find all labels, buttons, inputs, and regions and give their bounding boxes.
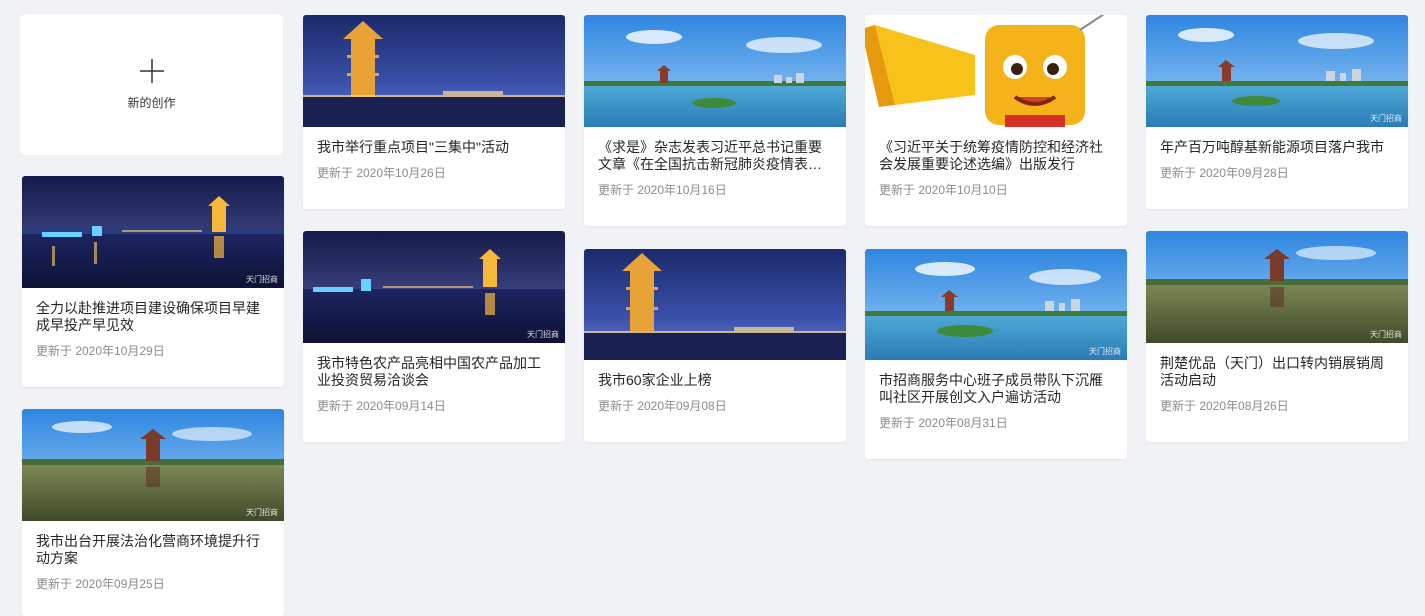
article-title: 市招商服务中心班子成员带队下沉雁叫社区开展创文入户遍访活动 <box>879 372 1103 405</box>
article-card[interactable]: 天门招商 我市特色农产品亮相中国农产品加工业投资贸易洽谈会 更新于 2020年0… <box>303 231 565 442</box>
article-date: 更新于 2020年10月29日 <box>36 344 165 358</box>
article-card[interactable]: 天门招商 我市出台开展法治化营商环境提升行动方案 更新于 2020年09月25日 <box>22 409 284 616</box>
article-date: 更新于 2020年10月16日 <box>598 183 727 197</box>
article-date: 更新于 2020年09月14日 <box>317 399 446 413</box>
article-date: 更新于 2020年08月31日 <box>879 416 1008 430</box>
article-card[interactable]: 天门招商 全力以赴推进项目建设确保项目早建成早投产早见效 更新于 2020年10… <box>22 176 284 387</box>
article-date: 更新于 2020年08月26日 <box>1160 399 1289 413</box>
article-thumbnail: 天门招商 <box>22 409 284 521</box>
article-title: 荆楚优品（天门）出口转内销展销周活动启动 <box>1160 355 1384 388</box>
article-card[interactable]: 我市60家企业上榜 更新于 2020年09月08日 <box>584 249 846 442</box>
article-card[interactable]: 天门招商 荆楚优品（天门）出口转内销展销周活动启动 更新于 2020年08月26… <box>1146 231 1408 442</box>
article-thumbnail: 天门招商 <box>1146 231 1408 343</box>
article-card[interactable]: 《求是》杂志发表习近平总书记重要文章《在全国抗击新冠肺炎疫情表… 更新于 202… <box>584 15 846 226</box>
watermark-label: 天门招商 <box>1370 114 1402 123</box>
article-title: 我市出台开展法治化营商环境提升行动方案 <box>36 533 260 566</box>
article-date: 更新于 2020年10月26日 <box>317 166 446 180</box>
article-title: 全力以赴推进项目建设确保项目早建成早投产早见效 <box>36 300 260 333</box>
article-thumbnail: 天门招商 <box>22 176 284 288</box>
article-title: 我市60家企业上榜 <box>598 372 712 388</box>
article-thumbnail <box>584 249 846 360</box>
article-thumbnail: 天门招商 <box>865 249 1127 360</box>
article-title: 我市举行重点项目"三集中"活动 <box>317 139 509 155</box>
article-thumbnail <box>865 15 1127 127</box>
new-creation-label: 新的创作 <box>127 96 176 110</box>
article-thumbnail: 天门招商 <box>1146 15 1408 127</box>
article-thumbnail: 天门招商 <box>303 231 565 343</box>
watermark-label: 天门招商 <box>246 275 278 284</box>
article-card[interactable]: 我市举行重点项目"三集中"活动 更新于 2020年10月26日 <box>303 15 565 209</box>
new-creation-card[interactable]: 新的创作 <box>20 14 283 155</box>
article-title: 《习近平关于统筹疫情防控和经济社会发展重要论述选编》出版发行 <box>879 139 1103 172</box>
watermark-label: 天门招商 <box>1089 347 1121 356</box>
watermark-label: 天门招商 <box>527 330 559 339</box>
article-date: 更新于 2020年09月28日 <box>1160 166 1289 180</box>
article-date: 更新于 2020年09月08日 <box>598 399 727 413</box>
article-thumbnail <box>584 15 846 127</box>
article-card[interactable]: 天门招商 市招商服务中心班子成员带队下沉雁叫社区开展创文入户遍访活动 更新于 2… <box>865 249 1127 459</box>
article-title: 年产百万吨醇基新能源项目落户我市 <box>1160 139 1384 155</box>
watermark-label: 天门招商 <box>246 508 278 517</box>
article-card[interactable]: 天门招商 年产百万吨醇基新能源项目落户我市 更新于 2020年09月28日 <box>1146 15 1408 209</box>
article-title: 我市特色农产品亮相中国农产品加工业投资贸易洽谈会 <box>317 355 541 388</box>
article-date: 更新于 2020年10月10日 <box>879 183 1008 197</box>
watermark-label: 天门招商 <box>1370 330 1402 339</box>
article-date: 更新于 2020年09月25日 <box>36 577 165 591</box>
article-thumbnail <box>303 15 565 127</box>
plus-icon <box>139 59 164 83</box>
article-title: 《求是》杂志发表习近平总书记重要文章《在全国抗击新冠肺炎疫情表… <box>598 139 822 172</box>
article-card[interactable]: 《习近平关于统筹疫情防控和经济社会发展重要论述选编》出版发行 更新于 2020年… <box>865 15 1127 226</box>
